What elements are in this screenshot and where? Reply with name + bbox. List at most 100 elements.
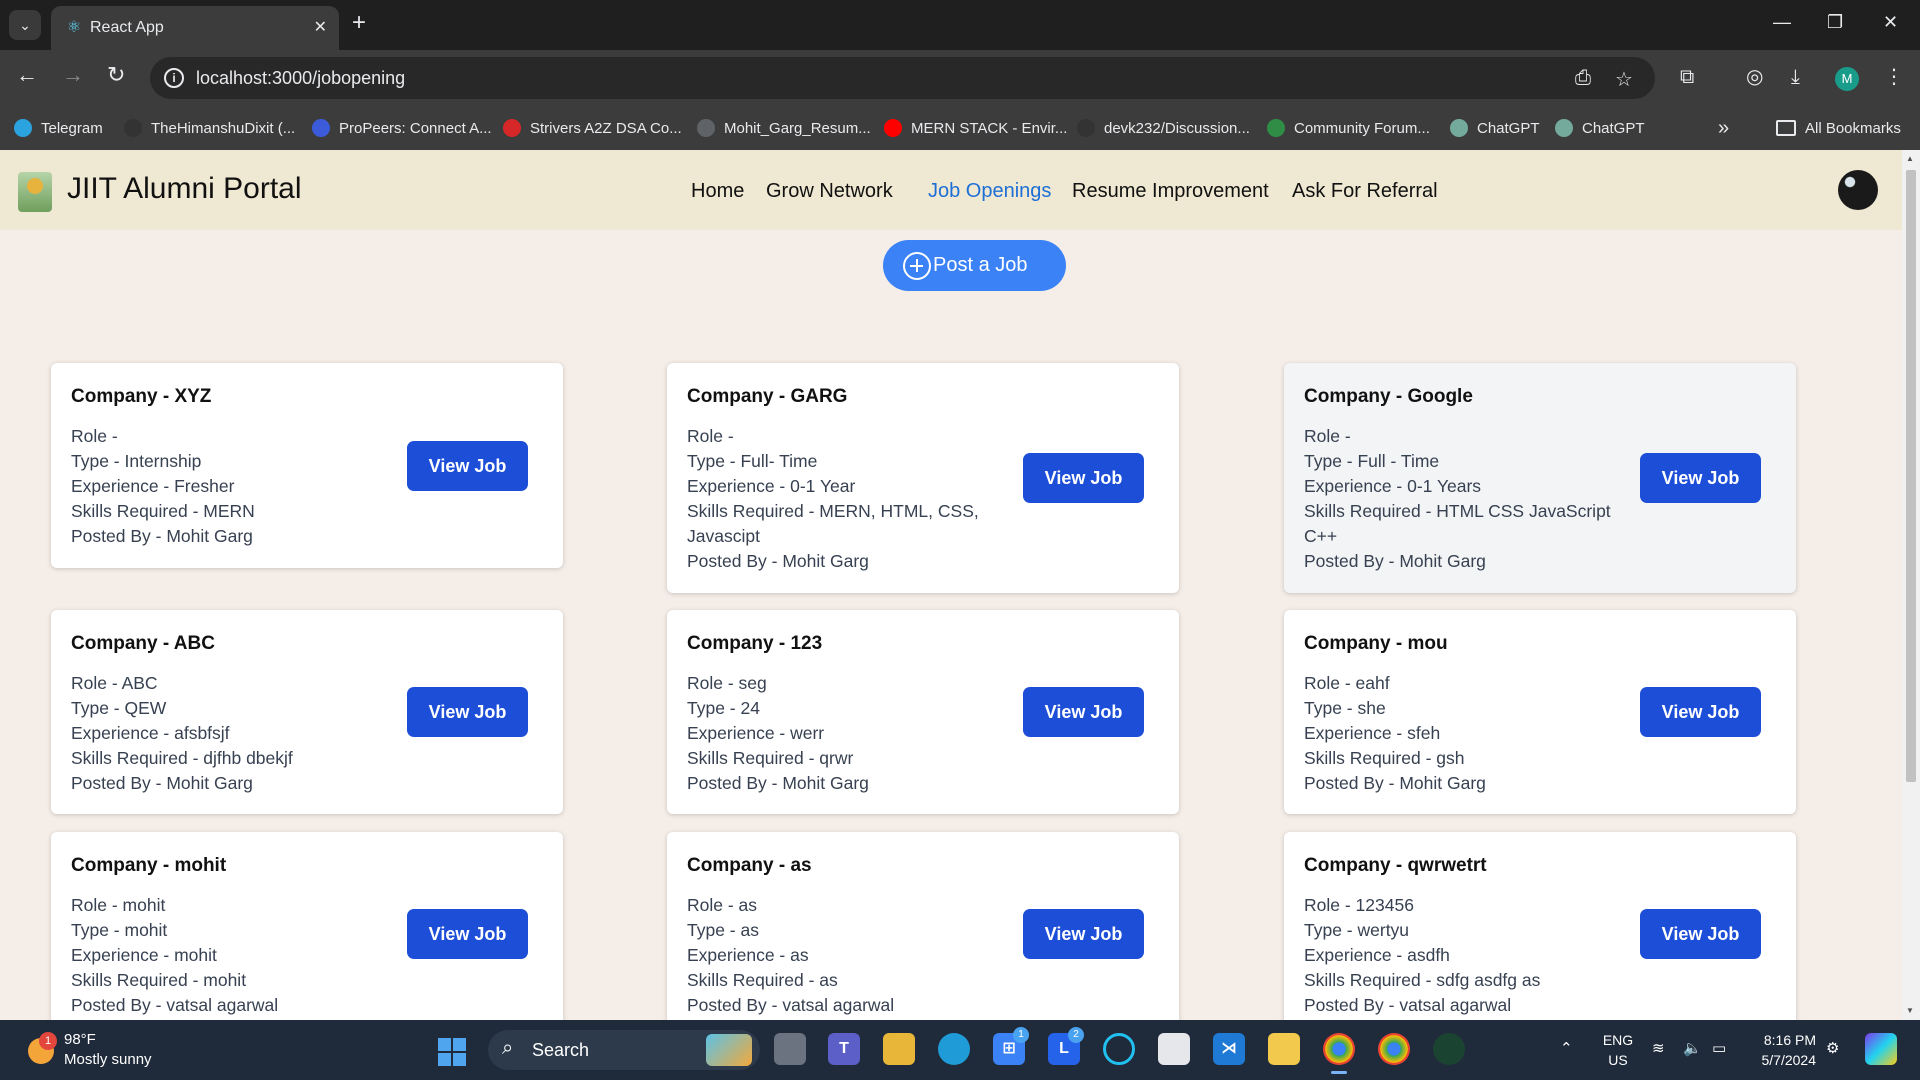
weather-widget[interactable]: 1 bbox=[26, 1030, 64, 1068]
bookmark-item[interactable]: ChatGPT bbox=[1450, 116, 1540, 140]
file-explorer-icon[interactable] bbox=[883, 1033, 915, 1065]
chrome-icon[interactable] bbox=[1323, 1033, 1355, 1074]
view-job-button[interactable]: View Job bbox=[1023, 909, 1144, 959]
hidden-icons-chevron-icon[interactable]: ⌃ bbox=[1560, 1040, 1573, 1058]
bookmarks-overflow-icon[interactable]: » bbox=[1718, 116, 1729, 140]
view-job-button[interactable]: View Job bbox=[1023, 453, 1144, 503]
mongodb-compass-icon[interactable] bbox=[1433, 1033, 1465, 1065]
view-job-button[interactable]: View Job bbox=[407, 909, 528, 959]
task-view-icon[interactable] bbox=[774, 1033, 806, 1065]
bookmark-item[interactable]: Telegram bbox=[14, 116, 103, 140]
job-experience: Experience - werr bbox=[687, 723, 825, 743]
bookmark-item[interactable]: Mohit_Garg_Resum... bbox=[697, 116, 871, 140]
wifi-icon[interactable]: ≋ bbox=[1652, 1040, 1665, 1058]
close-tab-icon[interactable]: ✕ bbox=[314, 17, 327, 37]
bookmark-item[interactable]: Community Forum... bbox=[1267, 116, 1430, 140]
close-window-icon[interactable]: ✕ bbox=[1883, 12, 1898, 33]
taskbar-search[interactable]: ⌕ Search bbox=[488, 1030, 760, 1070]
restore-icon[interactable]: ❐ bbox=[1827, 12, 1843, 33]
teams-icon[interactable]: T bbox=[828, 1033, 860, 1065]
propeers-icon bbox=[312, 119, 330, 137]
post-job-button[interactable]: Post a Job bbox=[883, 240, 1066, 291]
nav-link-resume-improvement[interactable]: Resume Improvement bbox=[1072, 180, 1269, 203]
url-text[interactable]: localhost:3000/jobopening bbox=[196, 68, 405, 89]
page-scrollbar[interactable]: ▲ ▼ bbox=[1902, 150, 1920, 1020]
scroll-down-icon[interactable]: ▼ bbox=[1906, 1006, 1914, 1015]
telegram-icon bbox=[14, 119, 32, 137]
brand-title[interactable]: JIIT Alumni Portal bbox=[67, 172, 302, 206]
view-job-button[interactable]: View Job bbox=[407, 441, 528, 491]
settings-gear-icon[interactable]: ⚙ bbox=[1826, 1040, 1839, 1058]
view-job-button[interactable]: View Job bbox=[407, 687, 528, 737]
vscode-icon[interactable]: ⋊ bbox=[1213, 1033, 1245, 1065]
view-job-button[interactable]: View Job bbox=[1640, 453, 1761, 503]
notepad-icon[interactable] bbox=[1268, 1033, 1300, 1065]
bookmark-item[interactable]: devk232/Discussion... bbox=[1077, 116, 1250, 140]
site-info-icon[interactable]: i bbox=[164, 68, 184, 88]
weather-temperature: 98°F bbox=[64, 1031, 96, 1048]
linkedin-lite-icon[interactable]: L2 bbox=[1048, 1027, 1084, 1065]
cortana-icon[interactable] bbox=[1103, 1033, 1135, 1065]
bookmark-item[interactable]: ProPeers: Connect A... bbox=[312, 116, 492, 140]
plus-circle-icon bbox=[903, 252, 931, 280]
store-icon[interactable]: ⊞ 1 bbox=[993, 1027, 1029, 1065]
nav-link-ask-for-referral[interactable]: Ask For Referral bbox=[1292, 180, 1438, 203]
view-job-button[interactable]: View Job bbox=[1640, 687, 1761, 737]
job-details: Role - eahf Type - she Experience - sfeh… bbox=[1304, 671, 1634, 796]
volume-icon[interactable]: 🔈 bbox=[1683, 1040, 1702, 1058]
new-tab-icon[interactable]: + bbox=[352, 11, 366, 35]
browser-tab-strip: ⌄ ⚛ React App ✕ + — ❐ ✕ bbox=[0, 0, 1920, 50]
back-icon[interactable]: ← bbox=[16, 64, 38, 86]
job-type: Type - Full - Time bbox=[1304, 451, 1440, 471]
job-skills: Skills Required - qrwr bbox=[687, 748, 854, 768]
job-skills: Skills Required - MERN, HTML, CSS, Javas… bbox=[687, 501, 979, 546]
forward-icon[interactable]: → bbox=[62, 64, 84, 86]
youtube-icon bbox=[884, 119, 902, 137]
install-app-icon[interactable]: ⎙ bbox=[1575, 67, 1591, 90]
browser-tab[interactable]: ⚛ React App ✕ bbox=[51, 6, 339, 50]
job-experience: Experience - asdfh bbox=[1304, 945, 1450, 965]
profile-avatar[interactable]: M bbox=[1835, 67, 1859, 91]
system-clock[interactable]: 8:16 PM 5/7/2024 bbox=[1752, 1030, 1817, 1070]
bookmark-star-icon[interactable]: ☆ bbox=[1615, 67, 1633, 92]
tab-search-icon[interactable]: ⌄ bbox=[9, 10, 41, 40]
minimize-icon[interactable]: — bbox=[1773, 12, 1791, 33]
job-card: Company - mou Role - eahf Type - she Exp… bbox=[1284, 610, 1796, 814]
scroll-up-icon[interactable]: ▲ bbox=[1906, 154, 1914, 163]
nav-link-grow-network[interactable]: Grow Network bbox=[766, 180, 893, 203]
downloads-icon[interactable]: ⤓ bbox=[1791, 65, 1800, 89]
bookmark-item[interactable]: TheHimanshuDixit (... bbox=[124, 116, 295, 140]
bookmark-label: Community Forum... bbox=[1294, 119, 1430, 137]
chrome-profile-icon[interactable] bbox=[1378, 1033, 1410, 1065]
all-bookmarks-label: All Bookmarks bbox=[1805, 119, 1901, 137]
performance-icon[interactable]: ◎ bbox=[1746, 65, 1763, 89]
battery-icon[interactable]: ▭ bbox=[1712, 1040, 1726, 1058]
weather-text[interactable]: 98°F Mostly sunny bbox=[64, 1030, 152, 1070]
bookmark-item[interactable]: ChatGPT bbox=[1555, 116, 1645, 140]
jiit-logo-icon[interactable] bbox=[18, 172, 52, 212]
user-avatar[interactable] bbox=[1838, 170, 1878, 210]
language-indicator[interactable]: ENG US bbox=[1600, 1030, 1636, 1070]
job-details: Role - as Type - as Experience - as Skil… bbox=[687, 893, 1017, 1018]
post-job-label: Post a Job bbox=[933, 254, 1028, 276]
job-details: Role - Type - Full- Time Experience - 0-… bbox=[687, 424, 1017, 574]
company-name: Company - 123 bbox=[687, 633, 823, 654]
snipping-tool-icon[interactable] bbox=[1158, 1033, 1190, 1065]
extensions-icon[interactable]: ⧉ bbox=[1680, 65, 1694, 89]
view-job-button[interactable]: View Job bbox=[1023, 687, 1144, 737]
job-skills: Skills Required - gsh bbox=[1304, 748, 1465, 768]
bookmark-item[interactable]: Strivers A2Z DSA Co... bbox=[503, 116, 682, 140]
all-bookmarks-button[interactable]: All Bookmarks bbox=[1776, 116, 1901, 140]
copilot-icon[interactable] bbox=[1865, 1033, 1897, 1065]
nav-link-home[interactable]: Home bbox=[691, 180, 744, 203]
bookmark-item[interactable]: MERN STACK - Envir... bbox=[884, 116, 1067, 140]
edge-icon[interactable] bbox=[938, 1033, 970, 1065]
address-bar[interactable]: i localhost:3000/jobopening ⎙ ☆ bbox=[150, 57, 1655, 99]
scrollbar-thumb[interactable] bbox=[1906, 170, 1916, 782]
reload-icon[interactable]: ↻ bbox=[107, 64, 125, 86]
browser-menu-icon[interactable]: ⋮ bbox=[1884, 65, 1904, 89]
windows-start-icon[interactable] bbox=[438, 1038, 466, 1066]
view-job-button[interactable]: View Job bbox=[1640, 909, 1761, 959]
gfg-icon bbox=[1267, 119, 1285, 137]
nav-link-job-openings[interactable]: Job Openings bbox=[928, 180, 1051, 203]
